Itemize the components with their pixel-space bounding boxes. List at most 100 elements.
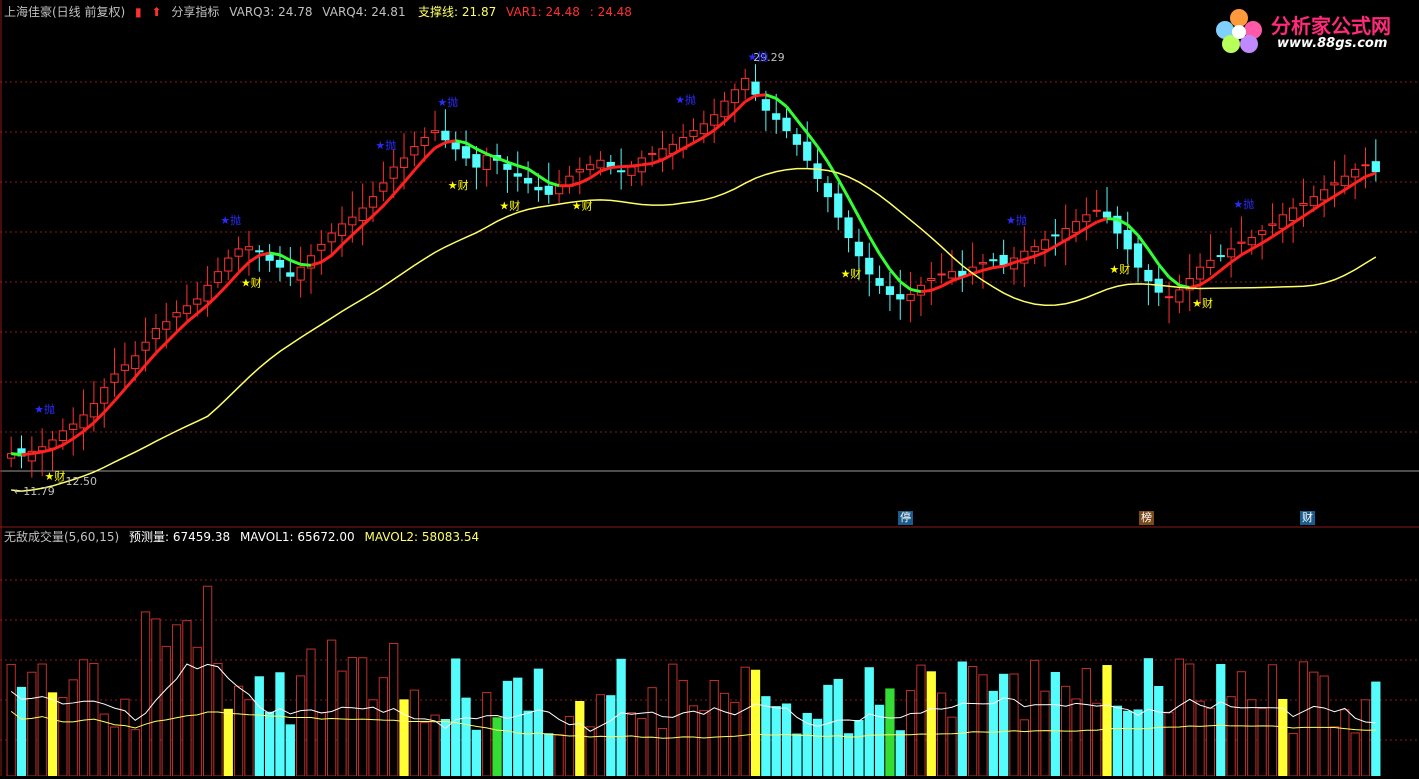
volume-bar: [131, 730, 139, 776]
ma-segment: [652, 160, 662, 164]
candle-body: [1331, 183, 1338, 185]
volume-bar: [1299, 662, 1307, 776]
volume-bar: [979, 675, 987, 776]
ma-segment: [290, 260, 300, 264]
ma-segment: [249, 255, 259, 262]
sell-signal: ★抛: [375, 138, 396, 152]
volume-bar: [245, 700, 253, 776]
candle-body: [152, 329, 159, 339]
ma-segment: [931, 286, 941, 290]
volume-bar: [328, 640, 336, 776]
bottom-tag-rank-label: 榜: [1141, 511, 1152, 524]
ma-segment: [1107, 218, 1117, 219]
ma-segment: [1365, 173, 1375, 177]
ma-segment: [1262, 237, 1272, 243]
candle-body: [814, 164, 821, 179]
ma-segment: [445, 141, 455, 143]
candle-body: [1196, 267, 1203, 279]
candle-body: [752, 82, 759, 94]
candle-body: [318, 244, 325, 250]
candle-body: [948, 272, 955, 278]
volume-bar: [110, 727, 118, 776]
volume-bar: [607, 696, 615, 776]
volume-bar: [596, 695, 604, 776]
volume-bar: [1082, 669, 1090, 776]
ma-segment: [197, 305, 207, 314]
ma-segment: [1272, 230, 1282, 237]
candle-body: [421, 138, 428, 146]
candle-body: [897, 295, 904, 299]
candle-body: [256, 251, 263, 252]
candle-body: [214, 272, 221, 283]
ma-segment: [383, 194, 393, 205]
volume-bar: [162, 646, 170, 776]
volume-bar: [265, 712, 273, 776]
ma-segment: [859, 217, 869, 236]
buy-signal: ★财: [841, 267, 862, 281]
bottom-tag-rank[interactable]: 榜: [1139, 511, 1154, 525]
volume-header: 无敌成交量(5,60,15) 预测量: 67459.38 MAVOL1: 656…: [4, 528, 485, 545]
buy-signal: ★财: [241, 276, 262, 290]
candle-body: [1258, 231, 1265, 235]
candle-body: [163, 322, 170, 329]
candle-body: [287, 273, 294, 276]
candle-body: [1372, 162, 1379, 172]
ma-segment: [869, 236, 879, 254]
bottom-tag-stop[interactable]: 停: [898, 511, 913, 525]
ma-segment: [342, 235, 352, 245]
bottom-tag-wealth[interactable]: 财: [1300, 511, 1315, 525]
candle-body: [1248, 238, 1255, 245]
ma-segment: [590, 171, 600, 178]
volume-bar: [855, 721, 863, 776]
volume-bar: [689, 706, 697, 776]
volume-bar: [586, 727, 594, 776]
ma-segment: [983, 268, 993, 271]
candle-body: [1083, 215, 1090, 222]
ma-segment: [280, 255, 290, 260]
candle-body: [824, 184, 831, 197]
chart-canvas: 29.29←11.79- 12.50★抛★抛★抛★抛★抛★抛★抛★抛★财★财★财…: [0, 0, 1419, 776]
volume-bar: [1268, 665, 1276, 776]
candle-body: [1290, 208, 1297, 220]
candle-body: [711, 115, 718, 125]
candle-body: [835, 194, 842, 217]
volume-bar: [1237, 672, 1245, 776]
ma-segment: [125, 377, 135, 389]
candle-body: [886, 287, 893, 295]
ma-segment: [156, 343, 166, 353]
volume-bar: [462, 698, 470, 776]
volume-bar: [307, 649, 315, 776]
candle-body: [731, 90, 738, 103]
candle-body: [721, 101, 728, 117]
volume-bar: [534, 669, 542, 776]
candle-body: [1217, 256, 1224, 257]
candle-body: [1052, 235, 1059, 236]
candle-body: [1321, 190, 1328, 200]
buy-signal: ★财: [572, 198, 593, 212]
varq4-readout: VARQ4: 24.81: [322, 5, 405, 19]
stock-chart[interactable]: 29.29←11.79- 12.50★抛★抛★抛★抛★抛★抛★抛★抛★财★财★财…: [0, 0, 1419, 776]
volume-bar: [141, 612, 149, 776]
ma-segment: [404, 170, 414, 182]
volume-bar: [1010, 674, 1018, 776]
candle-body: [762, 100, 769, 111]
volume-bar: [793, 734, 801, 776]
volume-bar: [359, 658, 367, 776]
candle-body: [576, 169, 583, 172]
buy-signal: ★财: [1109, 262, 1130, 276]
volume-bar: [1217, 665, 1225, 776]
candle-body: [369, 197, 376, 208]
ma-segment: [1303, 209, 1313, 216]
ma-segment: [301, 264, 311, 265]
candle-body: [1207, 260, 1214, 267]
candle-body: [245, 247, 252, 250]
volume-bar: [576, 701, 584, 776]
candle-body: [359, 208, 366, 221]
volume-bar: [1227, 697, 1235, 776]
candle-body: [328, 233, 335, 242]
candle-body: [452, 143, 459, 149]
volume-bar: [751, 670, 759, 776]
volume-bar: [886, 689, 894, 776]
volume-bar: [193, 647, 201, 776]
volume-bar: [48, 693, 56, 776]
